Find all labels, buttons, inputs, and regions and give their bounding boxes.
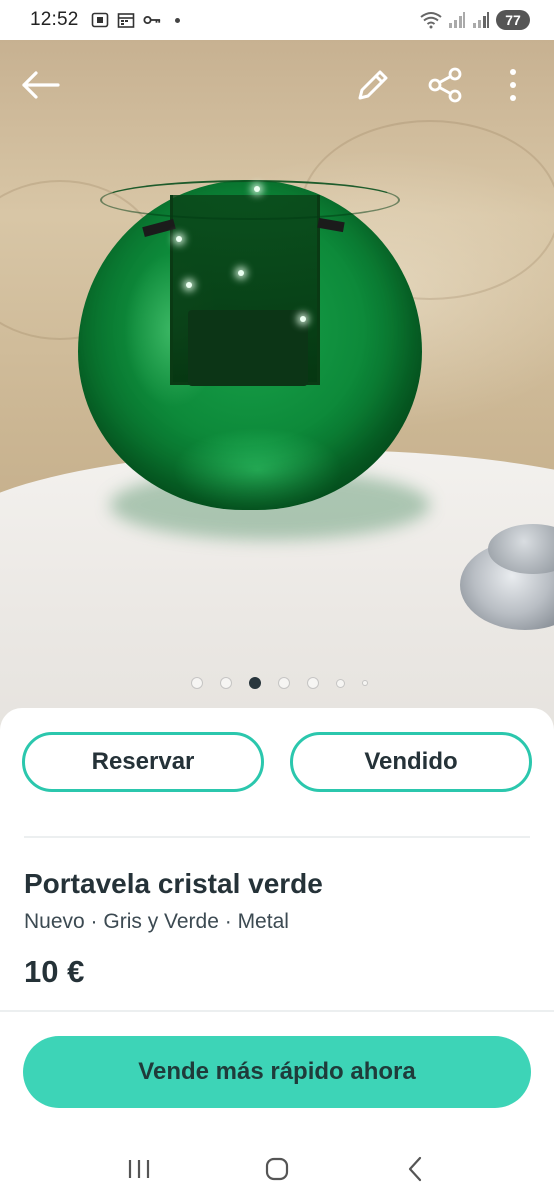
sold-button[interactable]: Vendido [290,732,532,792]
share-icon [428,67,462,103]
back-arrow-icon [22,71,60,99]
pagination-dot[interactable] [335,678,345,688]
photo-detail [254,186,260,192]
action-row: Reservar Vendido [22,732,532,792]
pagination-dot[interactable] [219,677,232,689]
system-nav-bar [0,1138,554,1200]
recents-icon [128,1160,150,1178]
photo-detail [186,282,192,288]
screenshot-icon [91,12,108,28]
product-photo[interactable] [0,40,554,740]
share-button[interactable] [424,64,466,106]
back-icon [408,1156,422,1182]
photo-detail [100,180,400,220]
status-bar: 12:52 77 [0,0,554,40]
divider [24,836,530,838]
photo-detail [238,270,244,276]
product-details-sheet: Reservar Vendido Portavela cristal verde… [0,708,554,1138]
status-icons-right: 77 [420,10,530,30]
battery-indicator: 77 [496,10,530,30]
edit-pencil-icon [358,70,388,100]
photo-detail [300,316,306,322]
key-icon [142,15,160,25]
pagination-dot[interactable] [306,677,319,689]
more-vertical-icon [510,69,516,101]
signal-icon [449,12,465,28]
calendar-icon [117,13,134,28]
pagination-dot[interactable] [190,677,203,689]
sell-faster-button[interactable]: Vende más rápido ahora [23,1036,531,1108]
notification-dot [174,17,180,23]
product-price: 10 € [24,954,85,989]
product-title: Portavela cristal verde [24,868,323,899]
wifi-icon [420,12,442,29]
divider [0,1010,554,1012]
system-back-button[interactable] [395,1149,435,1189]
pagination-dot[interactable] [361,680,368,686]
reserve-button[interactable]: Reservar [22,732,264,792]
recents-button[interactable] [119,1149,159,1189]
photo-detail [176,236,182,242]
back-button[interactable] [20,64,62,106]
signal-icon-2 [473,12,489,28]
photo-detail [188,310,308,386]
home-icon [265,1157,289,1181]
edit-button[interactable] [352,64,394,106]
pagination-dot-active[interactable] [248,677,261,689]
home-button[interactable] [257,1149,297,1189]
product-attributes: Nuevo · Gris y Verde · Metal [24,910,289,933]
status-icons-left [91,12,180,28]
more-options-button[interactable] [496,64,530,106]
pagination-dot[interactable] [277,677,290,689]
photo-pagination [0,677,554,689]
status-time: 12:52 [30,9,79,30]
